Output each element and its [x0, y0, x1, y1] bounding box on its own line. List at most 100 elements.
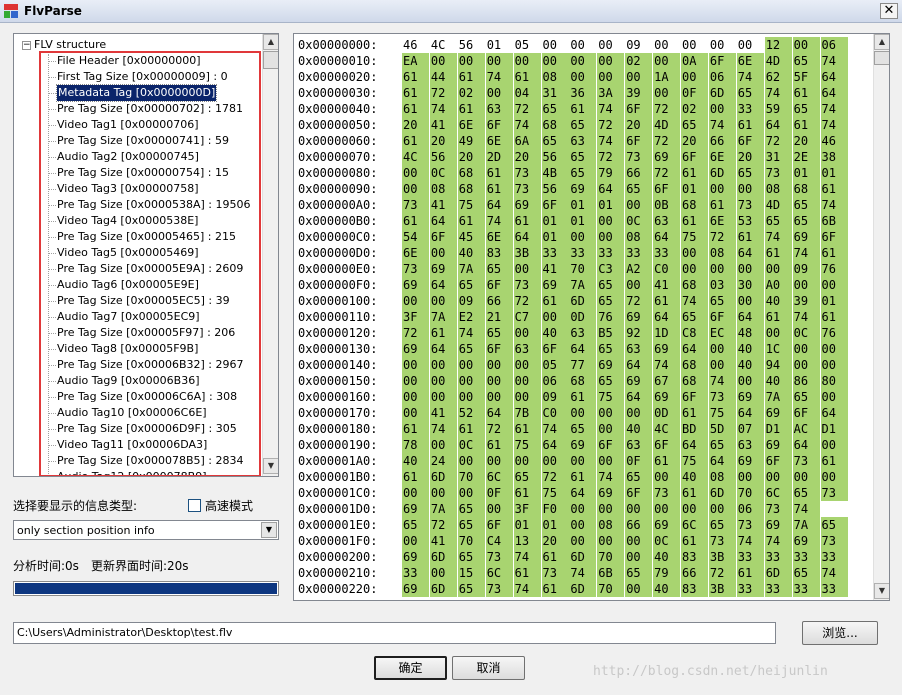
hex-byte[interactable]: 6D — [429, 581, 457, 597]
hex-byte[interactable]: 20 — [457, 149, 485, 165]
hex-byte[interactable]: 65 — [792, 101, 820, 117]
hex-byte[interactable]: 72 — [653, 133, 681, 149]
hex-byte[interactable]: 65 — [708, 437, 736, 453]
hex-byte[interactable]: 00 — [541, 309, 569, 325]
hex-byte[interactable]: 65 — [457, 517, 485, 533]
hex-byte[interactable]: 69 — [402, 549, 429, 565]
hex-byte[interactable]: 64 — [625, 389, 653, 405]
hex-byte[interactable]: 73 — [764, 501, 792, 517]
fast-mode-checkbox[interactable]: 高速模式 — [188, 497, 253, 514]
hex-byte[interactable]: 74 — [820, 101, 848, 117]
hex-byte[interactable]: 6F — [485, 341, 513, 357]
hex-byte[interactable]: 08 — [429, 181, 457, 197]
hex-byte[interactable]: 08 — [625, 229, 653, 245]
hex-byte[interactable]: 64 — [736, 405, 764, 421]
hex-byte[interactable]: 00 — [597, 533, 625, 549]
hex-byte[interactable]: 61 — [681, 213, 708, 229]
hex-byte[interactable]: 6B — [597, 565, 625, 581]
hex-byte[interactable]: 00 — [402, 485, 429, 501]
hex-byte[interactable]: 4D — [764, 197, 792, 213]
hex-byte[interactable]: 65 — [402, 517, 429, 533]
hex-byte[interactable]: 75 — [541, 485, 569, 501]
hex-byte[interactable]: 00 — [569, 517, 597, 533]
hex-byte[interactable]: 72 — [597, 149, 625, 165]
hex-byte[interactable]: 75 — [597, 389, 625, 405]
hex-byte[interactable]: 69 — [625, 373, 653, 389]
hex-byte[interactable]: 00 — [681, 245, 708, 261]
hex-byte[interactable]: 3B — [708, 581, 736, 597]
hex-byte[interactable]: 6E — [457, 117, 485, 133]
hex-byte[interactable]: 65 — [792, 53, 820, 69]
hex-byte[interactable]: A2 — [625, 261, 653, 277]
hex-byte[interactable]: 00 — [542, 37, 569, 53]
hex-byte[interactable]: 00 — [820, 389, 848, 405]
hex-byte[interactable]: 61 — [513, 421, 541, 437]
hex-byte[interactable]: 69 — [597, 485, 625, 501]
hex-byte[interactable]: 73 — [764, 165, 792, 181]
hex-byte[interactable]: 3B — [708, 549, 736, 565]
hex-byte[interactable]: 00 — [569, 405, 597, 421]
hex-byte[interactable]: 65 — [792, 485, 820, 501]
tree-scrollbar[interactable]: ▲ ▼ — [262, 34, 278, 476]
hex-byte[interactable]: 00 — [709, 37, 736, 53]
hex-byte[interactable]: 73 — [820, 533, 848, 549]
hex-byte[interactable]: C0 — [653, 261, 681, 277]
hex-byte[interactable]: 61 — [402, 85, 429, 101]
hex-byte[interactable]: 69 — [653, 341, 681, 357]
hex-byte[interactable]: 6D — [708, 85, 736, 101]
hex-byte[interactable]: 73 — [485, 549, 513, 565]
hex-byte[interactable]: 74 — [597, 469, 625, 485]
hex-byte[interactable]: 65 — [485, 325, 513, 341]
hex-byte[interactable]: 6D — [764, 565, 792, 581]
hex-byte[interactable]: 00 — [625, 501, 653, 517]
hex-byte[interactable]: 86 — [792, 373, 820, 389]
hex-byte[interactable]: 7A — [457, 261, 485, 277]
hex-byte[interactable]: 01 — [597, 197, 625, 213]
hex-byte[interactable]: 73 — [820, 485, 848, 501]
hex-byte[interactable]: 7A — [429, 501, 457, 517]
hex-byte[interactable]: C7 — [513, 309, 541, 325]
hex-byte[interactable]: 00 — [485, 501, 513, 517]
hex-byte[interactable]: 73 — [513, 165, 541, 181]
hex-byte[interactable]: 00 — [597, 421, 625, 437]
hex-byte[interactable]: 21 — [485, 309, 513, 325]
hex-byte[interactable]: 61 — [485, 181, 513, 197]
hex-byte[interactable]: 3F — [513, 501, 541, 517]
hex-byte[interactable]: 7A — [792, 517, 820, 533]
hex-byte[interactable]: 72 — [653, 101, 681, 117]
hex-byte[interactable]: 74 — [485, 69, 513, 85]
hex-byte[interactable]: 61 — [569, 469, 597, 485]
hex-byte[interactable]: 13 — [513, 533, 541, 549]
hex-byte[interactable]: 09 — [541, 389, 569, 405]
hex-byte[interactable]: 64 — [820, 405, 848, 421]
cancel-button[interactable]: 取消 — [452, 656, 525, 680]
hex-byte[interactable]: 64 — [429, 341, 457, 357]
hex-byte[interactable]: 00 — [429, 357, 457, 373]
hex-byte[interactable]: 69 — [597, 357, 625, 373]
hex-byte[interactable]: 64 — [764, 117, 792, 133]
hex-byte[interactable]: 76 — [820, 325, 848, 341]
hex-byte[interactable]: 72 — [513, 101, 541, 117]
hex-byte[interactable]: 00 — [737, 37, 764, 53]
hex-byte[interactable]: 12 — [764, 37, 792, 53]
hex-byte[interactable]: 61 — [402, 133, 429, 149]
hex-byte[interactable]: 40 — [625, 421, 653, 437]
hex-byte[interactable]: 74 — [569, 565, 597, 581]
hex-byte[interactable]: 00 — [457, 389, 485, 405]
hex-byte[interactable]: 00 — [820, 277, 848, 293]
hex-byte[interactable]: 00 — [820, 469, 848, 485]
hex-byte[interactable]: 6F — [708, 53, 736, 69]
hex-byte[interactable]: 40 — [653, 581, 681, 597]
hex-byte[interactable]: F0 — [541, 501, 569, 517]
hex-byte[interactable]: 00 — [764, 469, 792, 485]
hex-byte[interactable]: 00 — [457, 373, 485, 389]
hex-byte[interactable]: 41 — [429, 117, 457, 133]
hex-byte[interactable]: 70 — [457, 533, 485, 549]
hex-byte[interactable]: 61 — [681, 533, 708, 549]
hex-byte[interactable]: 09 — [625, 37, 652, 53]
hex-byte[interactable]: 00 — [513, 53, 541, 69]
hex-byte[interactable]: 61 — [402, 69, 429, 85]
hex-byte[interactable]: 61 — [541, 581, 569, 597]
hex-byte[interactable]: 54 — [402, 229, 429, 245]
hex-byte[interactable]: 83 — [681, 581, 708, 597]
